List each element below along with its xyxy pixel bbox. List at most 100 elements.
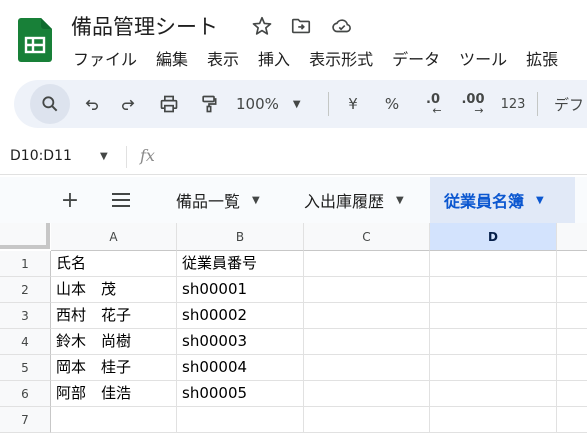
cell-b5[interactable]: sh00004 — [177, 355, 304, 381]
fx-icon: fx — [140, 146, 155, 165]
arrow-left-icon: ← — [432, 104, 442, 117]
name-box[interactable]: D10:D11 ▼ — [10, 148, 108, 164]
cell-d4[interactable] — [430, 329, 557, 355]
search-menus-button[interactable] — [30, 84, 70, 124]
cell-b1[interactable]: 従業員番号 — [177, 251, 304, 277]
cell-c7[interactable] — [304, 407, 430, 433]
menu-format[interactable]: 表示形式 — [309, 46, 373, 70]
caret-down-icon: ▼ — [396, 194, 404, 206]
column-header-c[interactable]: C — [304, 223, 430, 251]
print-button[interactable] — [154, 80, 184, 128]
chevron-down-icon: ▼ — [292, 98, 301, 110]
menu-data[interactable]: データ — [392, 46, 440, 70]
cloud-saved-icon[interactable] — [330, 14, 354, 38]
column-header-d[interactable]: D — [430, 223, 557, 251]
cell-b7[interactable] — [177, 407, 304, 433]
cell-c4[interactable] — [304, 329, 430, 355]
cell-e7[interactable] — [557, 407, 587, 433]
cell-e1[interactable] — [557, 251, 587, 277]
undo-button[interactable] — [78, 80, 106, 128]
cell-d7[interactable] — [430, 407, 557, 433]
cell-a2[interactable]: 山本 茂 — [51, 277, 177, 303]
menu-edit[interactable]: 編集 — [156, 46, 188, 70]
sheet-tab-equipment-list[interactable]: 備品一覧 ▼ — [162, 177, 274, 223]
row-header[interactable]: 1 — [0, 251, 51, 277]
column-header-e[interactable] — [557, 223, 587, 251]
cell-c6[interactable] — [304, 381, 430, 407]
cell-b2[interactable]: sh00001 — [177, 277, 304, 303]
cell-a6[interactable]: 阿部 佳浩 — [51, 381, 177, 407]
hamburger-menu-icon — [112, 193, 130, 207]
sheet-tab-employee-roster[interactable]: 従業員名簿 ▼ — [430, 177, 575, 223]
cell-e6[interactable] — [557, 381, 587, 407]
row-header[interactable]: 3 — [0, 303, 51, 329]
select-all-corner[interactable] — [0, 223, 50, 249]
cell-e3[interactable] — [557, 303, 587, 329]
row-header[interactable]: 2 — [0, 277, 51, 303]
cell-e5[interactable] — [557, 355, 587, 381]
add-sheet-button[interactable]: + — [58, 177, 82, 223]
cell-b6[interactable]: sh00005 — [177, 381, 304, 407]
row-header[interactable]: 7 — [0, 407, 51, 433]
menu-extensions[interactable]: 拡張 — [526, 46, 558, 70]
cell-a3[interactable]: 西村 花子 — [51, 303, 177, 329]
toolbar-divider — [328, 92, 329, 116]
caret-down-icon: ▼ — [252, 194, 260, 206]
menu-tools[interactable]: ツール — [459, 46, 507, 70]
sheet-tab-label: 入出庫履歴 — [304, 192, 385, 211]
name-box-value: D10:D11 — [10, 148, 72, 164]
move-folder-icon[interactable] — [289, 14, 313, 38]
cell-d3[interactable] — [430, 303, 557, 329]
column-header-a[interactable]: A — [51, 223, 177, 251]
percent-format-button[interactable]: % — [380, 80, 404, 128]
font-family-select[interactable]: デフ — [554, 80, 587, 128]
paint-format-icon — [202, 95, 217, 113]
number-format-button[interactable]: 123 — [498, 80, 528, 128]
formula-divider — [126, 146, 127, 168]
document-title[interactable]: 備品管理シート — [71, 11, 218, 41]
all-sheets-button[interactable] — [106, 177, 136, 223]
paint-format-button[interactable] — [194, 80, 224, 128]
cell-c2[interactable] — [304, 277, 430, 303]
menu-view[interactable]: 表示 — [207, 46, 239, 70]
cell-b3[interactable]: sh00002 — [177, 303, 304, 329]
cell-c1[interactable] — [304, 251, 430, 277]
menu-insert[interactable]: 挿入 — [258, 46, 290, 70]
cell-d1[interactable] — [430, 251, 557, 277]
cell-b4[interactable]: sh00003 — [177, 329, 304, 355]
sheet-tab-label: 従業員名簿 — [444, 192, 525, 211]
sheet-tab-inout-history[interactable]: 入出庫履歴 ▼ — [290, 177, 418, 223]
sheet-tabs-bar: + 備品一覧 ▼ 入出庫履歴 ▼ 従業員名簿 ▼ — [0, 177, 587, 223]
cell-e2[interactable] — [557, 277, 587, 303]
cell-a5[interactable]: 岡本 桂子 — [51, 355, 177, 381]
undo-icon — [85, 99, 98, 110]
menu-bar: ファイル 編集 表示 挿入 表示形式 データ ツール 拡張 — [73, 46, 577, 70]
currency-format-button[interactable]: ¥ — [342, 80, 364, 128]
cell-a4[interactable]: 鈴木 尚樹 — [51, 329, 177, 355]
cell-a1[interactable]: 氏名 — [51, 251, 177, 277]
redo-button[interactable] — [114, 80, 142, 128]
cell-c3[interactable] — [304, 303, 430, 329]
decrease-decimal-button[interactable]: .0 ← — [418, 80, 448, 128]
formula-bar-border — [0, 174, 587, 175]
row-header[interactable]: 5 — [0, 355, 51, 381]
star-icon[interactable] — [250, 14, 274, 38]
print-icon — [160, 95, 178, 113]
toolbar-divider — [537, 92, 538, 116]
chevron-down-icon: ▼ — [100, 151, 108, 162]
sheets-logo-icon[interactable] — [18, 18, 52, 62]
zoom-select[interactable]: 100% ▼ — [236, 80, 322, 128]
cell-a7[interactable] — [51, 407, 177, 433]
row-header[interactable]: 6 — [0, 381, 51, 407]
cell-e4[interactable] — [557, 329, 587, 355]
cell-d5[interactable] — [430, 355, 557, 381]
column-header-b[interactable]: B — [177, 223, 304, 251]
menu-file[interactable]: ファイル — [73, 46, 137, 70]
cell-d6[interactable] — [430, 381, 557, 407]
cell-c5[interactable] — [304, 355, 430, 381]
zoom-value: 100% — [236, 95, 279, 113]
search-icon — [42, 96, 58, 112]
row-header[interactable]: 4 — [0, 329, 51, 355]
cell-d2[interactable] — [430, 277, 557, 303]
increase-decimal-button[interactable]: .00 → — [456, 80, 490, 128]
